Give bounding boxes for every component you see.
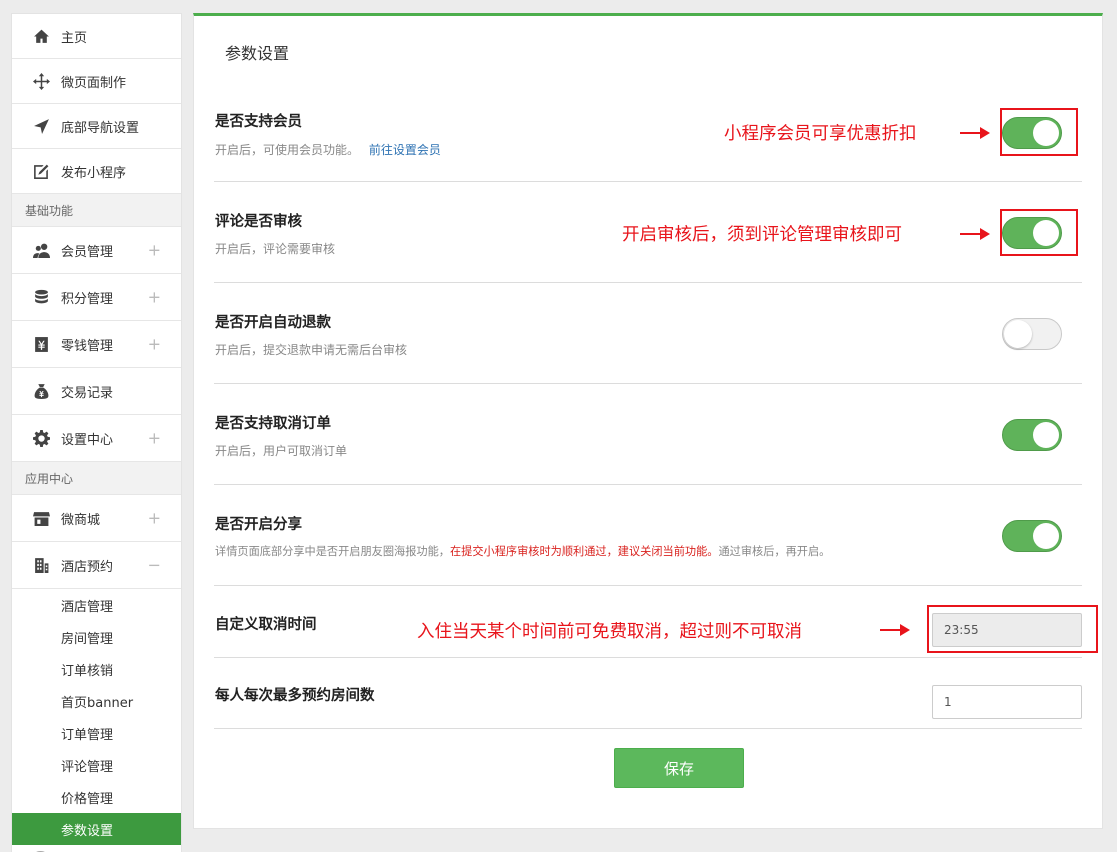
sidebar-item-label: 积分管理 — [61, 291, 114, 307]
expand-icon[interactable]: + — [148, 509, 161, 528]
money-bag-icon — [32, 382, 50, 400]
go-set-member-link[interactable]: 前往设置会员 — [369, 143, 441, 157]
expand-icon[interactable]: + — [148, 429, 161, 448]
annotation-member: 小程序会员可享优惠折扣 — [724, 124, 917, 144]
partial-nav-item — [12, 845, 181, 852]
share-toggle[interactable] — [1002, 520, 1062, 552]
setting-row-max-rooms: 每人每次最多预约房间数 — [214, 658, 1082, 729]
users-icon — [32, 241, 50, 259]
sidebar-subitem-home-banner[interactable]: 首页banner — [12, 685, 181, 717]
sidebar-item-label: 底部导航设置 — [61, 120, 140, 136]
toggle-knob — [1033, 523, 1059, 549]
toggle-knob — [1004, 320, 1032, 348]
sidebar-subitem-comment-manage[interactable]: 评论管理 — [12, 749, 181, 781]
settings-panel: 参数设置 是否支持会员 开启后，可使用会员功能。 前往设置会员 评论是否审核 开… — [193, 13, 1103, 829]
sidebar-item-label: 零钱管理 — [61, 338, 114, 354]
annotation-comment-review: 开启审核后，须到评论管理审核即可 — [622, 225, 902, 245]
move-icon — [32, 72, 50, 90]
sidebar-subitem-order-manage[interactable]: 订单管理 — [12, 717, 181, 749]
sidebar-item-change[interactable]: 零钱管理 + — [12, 321, 181, 368]
sidebar: 主页 微页面制作 底部导航设置 发布小程序 基础功能 会员管理 + 积分管理 +… — [11, 13, 182, 852]
annotation-arrow — [960, 228, 990, 240]
sidebar-item-label: 交易记录 — [61, 385, 114, 401]
setting-row-member: 是否支持会员 开启后，可使用会员功能。 前往设置会员 — [214, 80, 1082, 182]
sidebar-subitem-param-settings[interactable]: 参数设置 — [12, 813, 181, 845]
setting-desc: 开启后，可使用会员功能。 前往设置会员 — [215, 141, 441, 158]
sidebar-item-settings-center[interactable]: 设置中心 + — [12, 415, 181, 462]
setting-row-auto-refund: 是否开启自动退款 开启后，提交退款申请无需后台审核 — [214, 283, 1082, 384]
home-icon — [32, 27, 50, 45]
expand-icon[interactable]: + — [148, 335, 161, 354]
cancel-time-label: 自定义取消时间 — [215, 617, 317, 633]
max-rooms-label: 每人每次最多预约房间数 — [215, 688, 375, 704]
sidebar-item-home[interactable]: 主页 — [12, 14, 181, 59]
share-desc-prefix: 详情页面底部分享中是否开启朋友圈海报功能， — [215, 545, 450, 558]
setting-desc-text: 开启后，可使用会员功能。 — [215, 143, 360, 157]
section-app-center: 应用中心 — [12, 462, 181, 495]
annotation-arrow — [880, 624, 910, 636]
setting-desc: 详情页面底部分享中是否开启朋友圈海报功能，在提交小程序审核时为顺利通过，建议关闭… — [215, 543, 830, 559]
setting-desc: 开启后，评论需要审核 — [215, 242, 336, 256]
sidebar-item-transactions[interactable]: 交易记录 — [12, 368, 181, 415]
sidebar-subitem-order-verify[interactable]: 订单核销 — [12, 653, 181, 685]
auto-refund-toggle[interactable] — [1002, 318, 1062, 350]
collapse-icon[interactable]: − — [148, 556, 161, 575]
store-icon — [32, 509, 50, 527]
setting-title: 是否开启分享 — [215, 517, 302, 533]
sidebar-subitem-room-manage[interactable]: 房间管理 — [12, 621, 181, 653]
sidebar-item-label: 主页 — [61, 30, 88, 46]
gear-icon — [32, 429, 50, 447]
share-desc-suffix: 通过审核后，再开启。 — [718, 545, 831, 558]
setting-desc: 开启后，提交退款申请无需后台审核 — [215, 343, 408, 357]
building-icon — [32, 556, 50, 574]
database-icon — [32, 288, 50, 306]
sidebar-item-label: 微商城 — [61, 512, 101, 528]
annotation-highlight-box — [1000, 108, 1078, 156]
setting-desc: 开启后，用户可取消订单 — [215, 444, 348, 458]
annotation-highlight-box — [927, 605, 1098, 653]
sidebar-subitem-hotel-manage[interactable]: 酒店管理 — [12, 589, 181, 621]
navigation-arrow-icon — [32, 117, 50, 135]
setting-row-cancel-order: 是否支持取消订单 开启后，用户可取消订单 — [214, 384, 1082, 485]
expand-icon[interactable]: + — [148, 241, 161, 260]
sidebar-item-label: 微页面制作 — [61, 75, 127, 91]
max-rooms-input[interactable] — [932, 685, 1082, 719]
sidebar-item-bottom-nav[interactable]: 底部导航设置 — [12, 104, 181, 149]
toggle-knob — [1033, 422, 1059, 448]
section-basic-functions: 基础功能 — [12, 194, 181, 227]
sidebar-item-mall[interactable]: 微商城 + — [12, 495, 181, 542]
sidebar-item-label: 会员管理 — [61, 244, 114, 260]
annotation-cancel-time: 入住当天某个时间前可免费取消，超过则不可取消 — [417, 622, 802, 642]
setting-row-share: 是否开启分享 详情页面底部分享中是否开启朋友圈海报功能，在提交小程序审核时为顺利… — [214, 485, 1082, 586]
sidebar-item-micropage[interactable]: 微页面制作 — [12, 59, 181, 104]
expand-icon[interactable]: + — [148, 288, 161, 307]
setting-title: 是否支持取消订单 — [215, 416, 331, 432]
sidebar-item-members[interactable]: 会员管理 + — [12, 227, 181, 274]
annotation-highlight-box — [1000, 209, 1078, 256]
share-desc-warning: 在提交小程序审核时为顺利通过，建议关闭当前功能。 — [449, 545, 719, 558]
sidebar-item-publish[interactable]: 发布小程序 — [12, 149, 181, 194]
edit-icon — [32, 162, 50, 180]
setting-title: 是否开启自动退款 — [215, 315, 331, 331]
wallet-icon — [32, 335, 50, 353]
cancel-order-toggle[interactable] — [1002, 419, 1062, 451]
sidebar-item-hotel-booking[interactable]: 酒店预约 − — [12, 542, 181, 589]
sidebar-item-points[interactable]: 积分管理 + — [12, 274, 181, 321]
sidebar-item-label: 酒店预约 — [61, 559, 114, 575]
setting-title: 是否支持会员 — [215, 114, 302, 130]
annotation-arrow — [960, 127, 990, 139]
setting-title: 评论是否审核 — [215, 214, 302, 230]
page-title: 参数设置 — [225, 44, 290, 63]
save-button[interactable]: 保存 — [614, 748, 744, 788]
sidebar-item-label: 发布小程序 — [61, 165, 127, 181]
sidebar-item-label: 设置中心 — [61, 432, 114, 448]
sidebar-subitem-price-manage[interactable]: 价格管理 — [12, 781, 181, 813]
